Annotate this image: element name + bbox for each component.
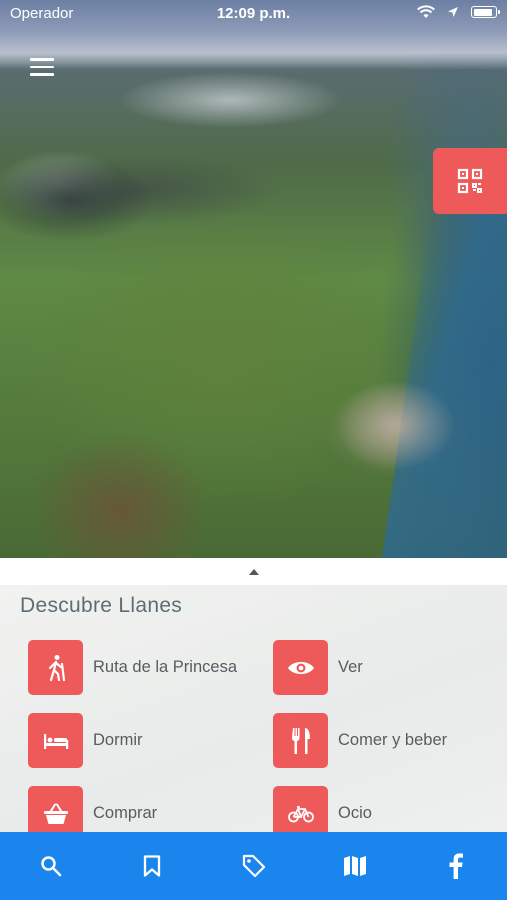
category-dormir[interactable]: Dormir	[28, 713, 143, 768]
tag-icon	[242, 854, 265, 878]
category-comer-y-beber[interactable]: Comer y beber	[273, 713, 447, 768]
category-label: Comprar	[93, 804, 158, 822]
tab-map[interactable]	[304, 832, 405, 900]
eye-icon	[273, 640, 328, 695]
search-icon	[40, 856, 61, 877]
hamburger-menu-icon-line	[30, 58, 54, 61]
category-label: Ocio	[338, 804, 372, 822]
tab-bookmarks[interactable]	[101, 832, 202, 900]
tab-bar	[0, 832, 507, 900]
tab-facebook[interactable]	[406, 832, 507, 900]
bed-icon	[28, 713, 83, 768]
tab-search[interactable]	[0, 832, 101, 900]
tab-tags[interactable]	[203, 832, 304, 900]
discover-panel: Descubre Llanes Ruta de la Princesa Ver …	[0, 558, 507, 832]
hamburger-menu-icon-line	[30, 73, 54, 76]
qr-scan-button[interactable]	[433, 148, 507, 214]
bicycle-icon	[273, 786, 328, 832]
bookmark-icon	[143, 855, 161, 877]
battery-fill	[473, 8, 492, 16]
basket-icon	[28, 786, 83, 832]
town-area	[335, 380, 455, 470]
chevron-up-icon	[248, 568, 259, 575]
category-ocio[interactable]: Ocio	[273, 786, 372, 832]
hero-aerial-image	[0, 0, 507, 558]
category-label: Ruta de la Princesa	[93, 658, 237, 676]
hamburger-menu-icon-line	[30, 65, 54, 68]
status-bar: Operador 12:09 p.m.	[0, 0, 507, 28]
battery-icon	[471, 6, 500, 18]
menu-button[interactable]	[30, 58, 54, 76]
location-arrow-icon	[448, 7, 458, 17]
panel-expand-handle[interactable]	[0, 558, 507, 585]
category-ver[interactable]: Ver	[273, 640, 363, 695]
category-comprar[interactable]: Comprar	[28, 786, 157, 832]
category-ruta-de-la-princesa[interactable]: Ruta de la Princesa	[28, 640, 237, 695]
panel-title: Descubre Llanes	[20, 594, 183, 617]
fork-knife-icon	[273, 713, 328, 768]
hiker-icon	[28, 640, 83, 695]
wifi-icon	[417, 5, 435, 18]
category-label: Comer y beber	[338, 731, 448, 749]
qr-code-icon	[457, 168, 483, 194]
category-label: Dormir	[93, 731, 143, 749]
category-label: Ver	[338, 658, 363, 676]
facebook-icon	[449, 853, 464, 879]
map-icon	[343, 856, 366, 876]
coastline	[381, 200, 507, 558]
